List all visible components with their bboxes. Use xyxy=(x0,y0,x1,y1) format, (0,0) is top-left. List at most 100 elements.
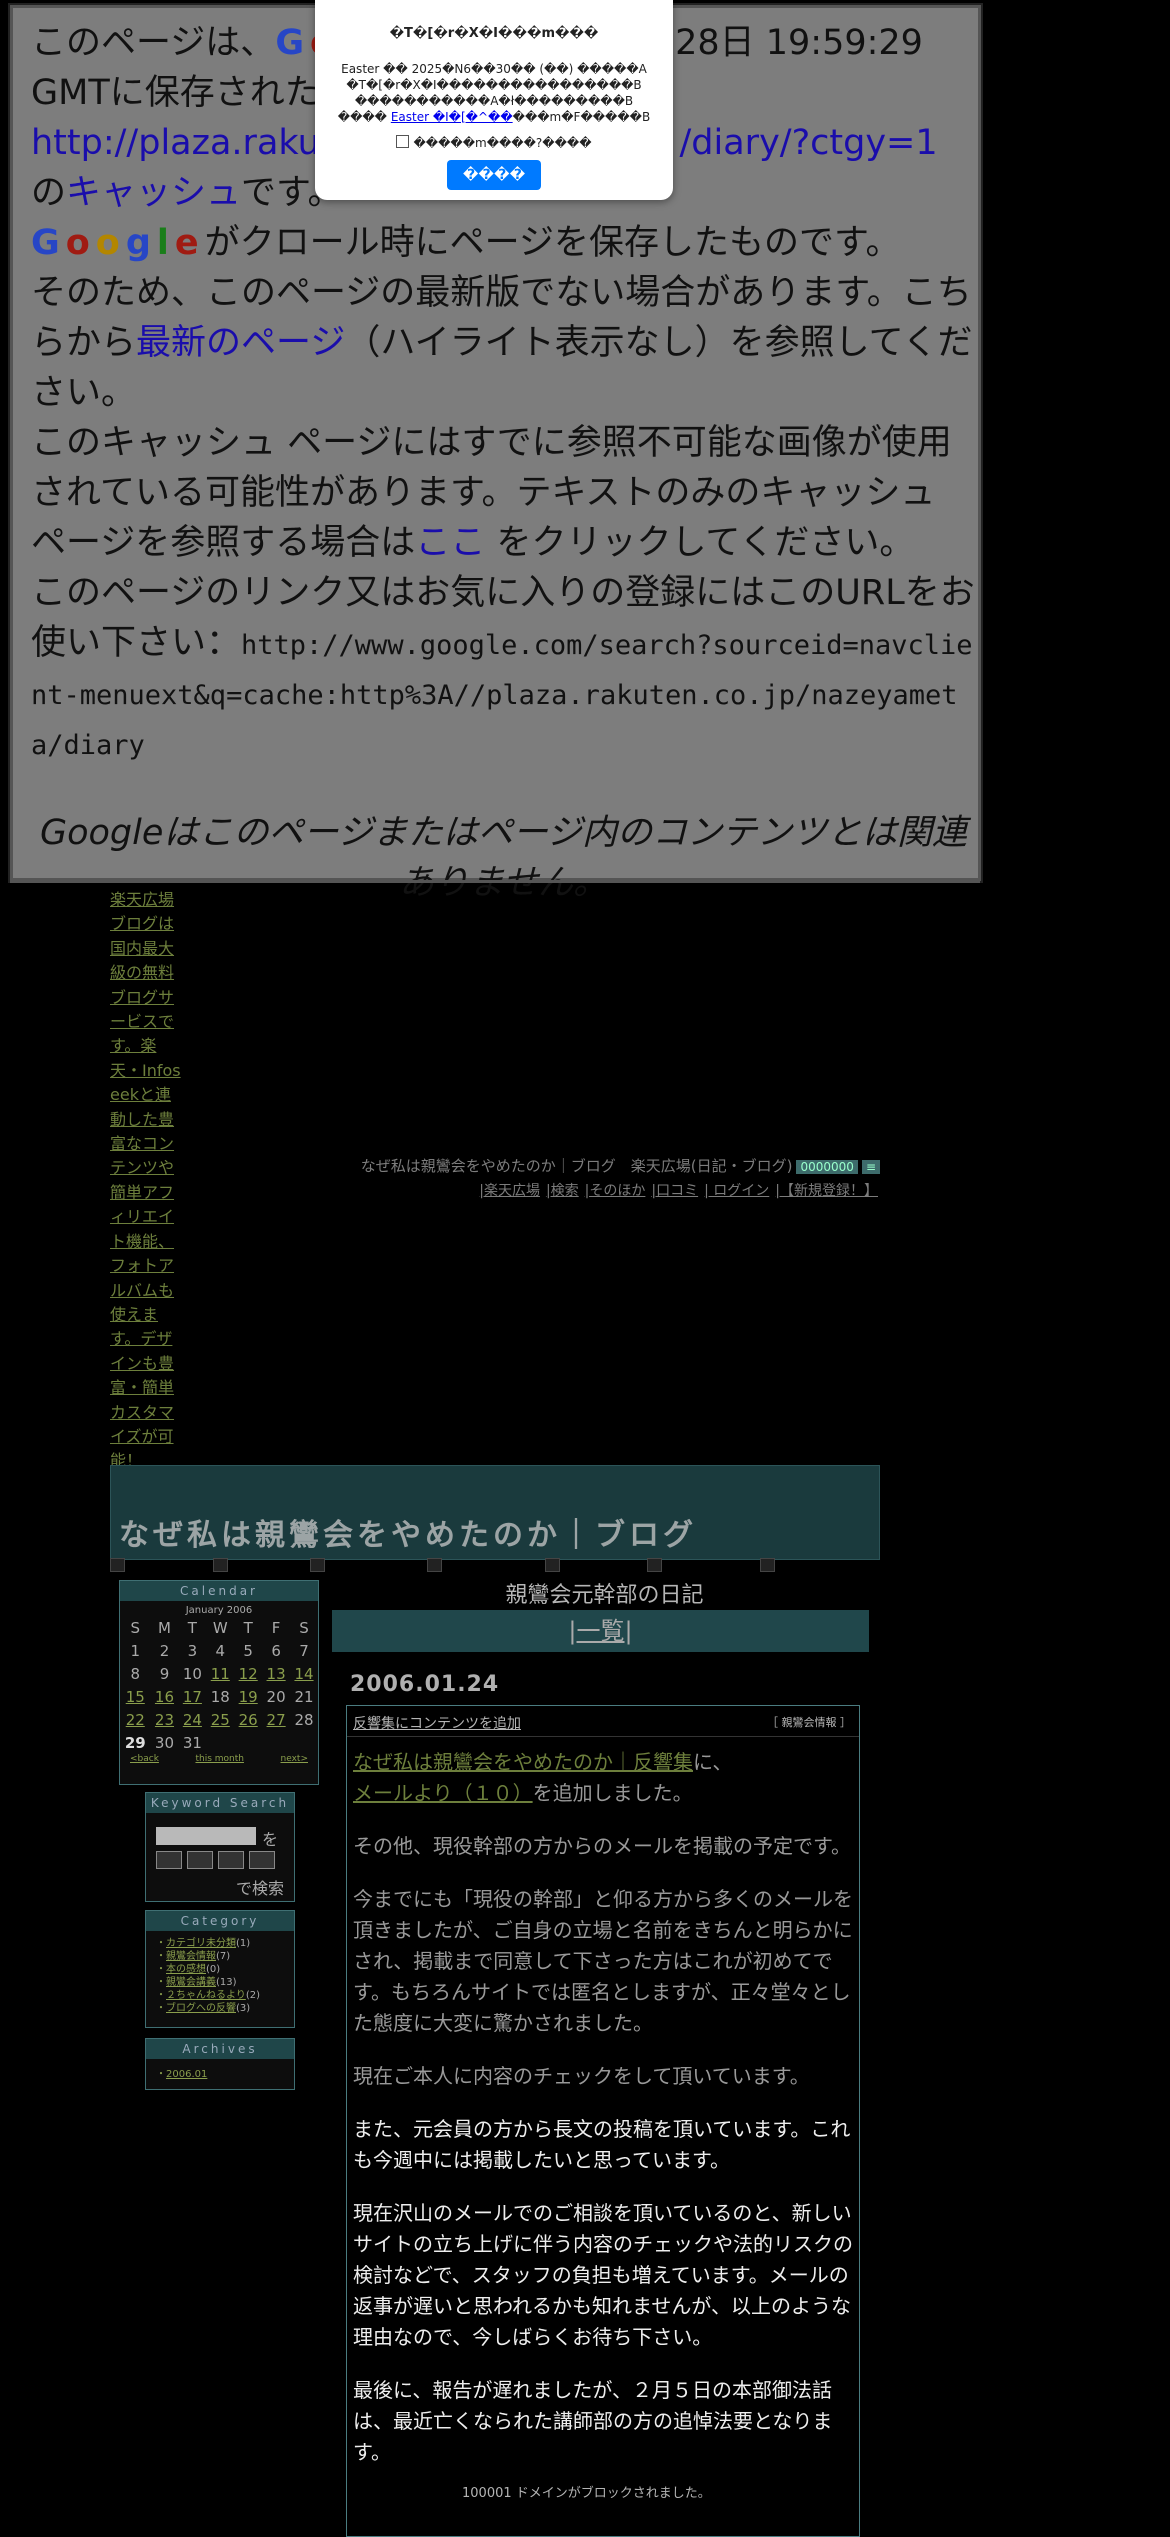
nav-login[interactable]: | ログイン xyxy=(704,1183,769,1199)
search-option-radio[interactable] xyxy=(218,1851,244,1869)
category-item-count: (7) xyxy=(216,1951,231,1962)
broken-image-icon xyxy=(545,1558,560,1572)
calendar-day[interactable]: 27 xyxy=(262,1708,290,1731)
category-item-label[interactable]: 親鸞会講義 xyxy=(166,1977,216,1988)
calendar-day[interactable]: 13 xyxy=(262,1662,290,1685)
entry-category[interactable]: ［ 親鸞会情報 ］ xyxy=(767,1714,851,1730)
blocked-notice: 100001 ドメインがブロックされました。 xyxy=(462,2486,711,2501)
entry-title-link[interactable]: 反響集にコンテンツを追加 xyxy=(353,1713,521,1733)
text-only-link[interactable]: ここ xyxy=(415,523,485,563)
nav-kuchikomi[interactable]: |口コミ xyxy=(651,1183,698,1199)
broken-image-icon xyxy=(427,1558,442,1572)
category-item-label[interactable]: ２ちゃんねるより xyxy=(166,1990,246,2001)
list-bar: |一覧| xyxy=(332,1610,869,1652)
rss-icon[interactable]: ≡ xyxy=(861,1160,880,1174)
calendar-this-month-link[interactable]: this month xyxy=(195,1754,244,1764)
category-item-count: (1) xyxy=(236,1938,251,1949)
nav-rakuten-plaza[interactable]: |楽天広場 xyxy=(479,1183,540,1199)
diary-entry: 反響集にコンテンツを追加 ［ 親鸞会情報 ］ なぜ私は親鸞会をやめたのか｜反響集… xyxy=(346,1705,860,2537)
category-item[interactable]: ・親鸞会情報(7) xyxy=(156,1950,294,1963)
google-logo-o1: o xyxy=(65,223,96,263)
entry-body: なぜ私は親鸞会をやめたのか｜反響集に、 メールより（１０）を追加しました。 その他… xyxy=(347,1737,859,2500)
category-item-count: (2) xyxy=(245,1990,260,2001)
entry-p5: また、元会員の方から長文の投稿を頂いています。これも今週中には掲載したいと思って… xyxy=(353,2117,851,2172)
nav-search[interactable]: |検索 xyxy=(546,1183,579,1199)
google-logo-e: e xyxy=(174,223,205,263)
dialog-title: �T�[�r�X�I���m��� xyxy=(389,26,599,41)
entry-p1-post: を追加しました。 xyxy=(532,1781,693,1805)
mail-10-link[interactable]: メールより（１０） xyxy=(353,1781,533,1805)
cache-link[interactable]: キャッシュ xyxy=(66,173,241,213)
calendar-day: 6 xyxy=(271,1641,281,1660)
calendar-day[interactable]: 16 xyxy=(151,1685,179,1708)
search-engine-options xyxy=(156,1851,286,1869)
calendar-day: 28 xyxy=(294,1710,314,1729)
rakuten-ad-image-alt[interactable]: 楽天広場ブログは国内最大級の無料ブログサービスです。楽天・Infoseekと連動… xyxy=(110,888,182,1474)
blog-banner-title: なぜ私は親鸞会をやめたのか｜ブログ xyxy=(119,1518,697,1553)
list-link[interactable]: 一覧 xyxy=(577,1617,625,1645)
dialog-checkbox[interactable] xyxy=(396,135,410,148)
category-item[interactable]: ・親鸞会講義(13) xyxy=(156,1976,294,1989)
broken-image-icon xyxy=(647,1558,662,1572)
calendar-day[interactable]: 12 xyxy=(234,1662,262,1685)
calendar-week: 29 30 31 xyxy=(120,1731,318,1754)
archive-item-label[interactable]: 2006.01 xyxy=(166,2069,207,2080)
nav-other[interactable]: |そのほか xyxy=(585,1183,646,1199)
search-option-radio[interactable] xyxy=(156,1851,182,1869)
calendar-back-link[interactable]: <back xyxy=(130,1754,159,1764)
dialog-checkbox-row: �����m����?���� xyxy=(315,135,673,150)
cached-url-link-end[interactable]: /diary/?ctgy=1 xyxy=(680,123,938,163)
calendar-next-link[interactable]: next> xyxy=(281,1754,308,1764)
category-item-label[interactable]: 親鸞会情報 xyxy=(166,1951,216,1962)
calendar-day[interactable]: 14 xyxy=(290,1662,318,1685)
calendar-day[interactable]: 15 xyxy=(120,1685,151,1708)
cached-url-link-start[interactable]: http://plaza.rakut xyxy=(31,123,334,163)
dialog-body-line3: �����������A�ł���������B xyxy=(354,94,634,108)
category-item[interactable]: ・２ちゃんねるより(2) xyxy=(156,1989,294,2002)
broken-image-icon xyxy=(310,1558,325,1572)
calendar-week: 22 23 24 25 26 27 28 xyxy=(120,1708,318,1731)
archives-list: ・2006.01 xyxy=(156,2065,294,2080)
calendar-empty-cell xyxy=(234,1731,262,1754)
nav-register[interactable]: |【新規登録！】 xyxy=(775,1183,878,1199)
dialog-body-line1: Easter �� 2025�N6��30�� (��) �����A xyxy=(341,62,647,76)
category-item-label[interactable]: 本の感想 xyxy=(166,1964,206,1975)
category-item-label[interactable]: ブログへの反響 xyxy=(166,2003,236,2014)
category-item-label[interactable]: カテゴリ未分類 xyxy=(166,1938,236,1949)
calendar-widget: Calendar January 2006 SMTWTFS 1234567891… xyxy=(119,1580,319,1785)
calendar-day[interactable]: 26 xyxy=(234,1708,262,1731)
calendar-week: 1234567 xyxy=(120,1639,318,1662)
calendar-day[interactable]: 25 xyxy=(206,1708,234,1731)
cache-line1-pre: このページは、 xyxy=(31,23,276,63)
calendar-day[interactable]: 17 xyxy=(178,1685,206,1708)
entry-header: 反響集にコンテンツを追加 ［ 親鸞会情報 ］ xyxy=(347,1706,859,1737)
calendar-day: 30 xyxy=(154,1733,175,1752)
cache-para2-a: がクロール時にページを保存したものです。 xyxy=(204,223,901,263)
hankyoushu-link[interactable]: なぜ私は親鸞会をやめたのか｜反響集 xyxy=(353,1750,693,1774)
calendar-day[interactable]: 23 xyxy=(151,1708,179,1731)
category-item[interactable]: ・本の感想(0) xyxy=(156,1963,294,1976)
calendar-day[interactable]: 22 xyxy=(120,1708,151,1731)
keyword-search-input[interactable] xyxy=(156,1827,256,1845)
search-option-radio[interactable] xyxy=(187,1851,213,1869)
archive-item[interactable]: ・2006.01 xyxy=(156,2065,294,2080)
google-letter-g: G xyxy=(275,23,311,63)
dialog-body-link[interactable]: Easter �I�[�^�� xyxy=(391,110,513,124)
calendar-empty-cell xyxy=(206,1731,234,1754)
category-item[interactable]: ・カテゴリ未分類(1) xyxy=(156,1937,294,1950)
google-logo-o2: o xyxy=(95,223,126,263)
dialog-body-line4-post: ���m�F�����B xyxy=(512,110,651,124)
calendar-day: 29 xyxy=(124,1733,146,1752)
keyword-search-widget: Keyword Search を で検索 xyxy=(145,1792,295,1902)
calendar-day[interactable]: 24 xyxy=(178,1708,206,1731)
calendar-day[interactable]: 11 xyxy=(206,1662,234,1685)
entry-p1-mid: に、 xyxy=(693,1750,733,1774)
search-option-radio[interactable] xyxy=(249,1851,275,1869)
keyword-search-button[interactable]: で検索 xyxy=(236,1875,284,1899)
dialog-ok-button[interactable]: ���� xyxy=(447,160,541,190)
calendar-empty-cell xyxy=(290,1731,318,1754)
calendar-day[interactable]: 19 xyxy=(234,1685,262,1708)
latest-page-link[interactable]: 最新のページ xyxy=(136,323,345,363)
category-list: ・カテゴリ未分類(1) ・親鸞会情報(7) ・本の感想(0) ・親鸞会講義(13… xyxy=(156,1937,294,2015)
category-item[interactable]: ・ブログへの反響(3) xyxy=(156,2002,294,2015)
